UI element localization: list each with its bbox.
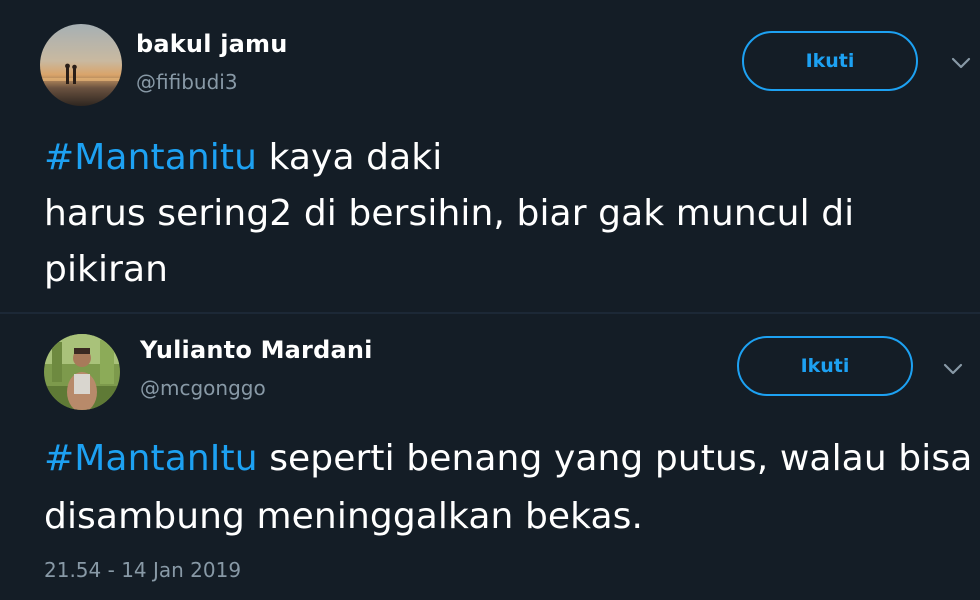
hashtag-link[interactable]: #Mantanitu bbox=[44, 137, 257, 178]
tweet-card: bakul jamu @fifibudi3 Ikuti #Mantanitu k… bbox=[0, 0, 980, 312]
avatar[interactable] bbox=[44, 334, 120, 410]
display-name[interactable]: Yulianto Mardani bbox=[140, 336, 373, 364]
follow-button[interactable]: Ikuti bbox=[742, 31, 918, 91]
tweet-timestamp[interactable]: 21.54 - 14 Jan 2019 bbox=[44, 558, 241, 582]
hashtag-link[interactable]: #MantanItu bbox=[44, 438, 258, 479]
chevron-down-icon[interactable] bbox=[946, 48, 976, 78]
tweet-text: #MantanItu seperti benang yang putus, wa… bbox=[44, 430, 974, 546]
tweet-text-line1: kaya daki bbox=[257, 137, 443, 178]
chevron-down-icon[interactable] bbox=[938, 354, 968, 384]
user-handle[interactable]: @mcgonggo bbox=[140, 376, 266, 400]
tweet-card: Yulianto Mardani @mcgonggo Ikuti #Mantan… bbox=[0, 314, 980, 600]
tweet-text: #Mantanitu kaya daki harus sering2 di be… bbox=[44, 130, 964, 298]
display-name[interactable]: bakul jamu bbox=[136, 30, 288, 58]
man-outdoors-avatar-icon bbox=[44, 334, 120, 410]
tweet-text-line2: harus sering2 di bersihin, biar gak munc… bbox=[44, 193, 855, 290]
screenshot-stage: bakul jamu @fifibudi3 Ikuti #Mantanitu k… bbox=[0, 0, 980, 600]
user-handle[interactable]: @fifibudi3 bbox=[136, 70, 238, 94]
avatar[interactable] bbox=[40, 24, 122, 106]
sunset-beach-avatar-icon bbox=[40, 24, 122, 106]
follow-button[interactable]: Ikuti bbox=[737, 336, 913, 396]
